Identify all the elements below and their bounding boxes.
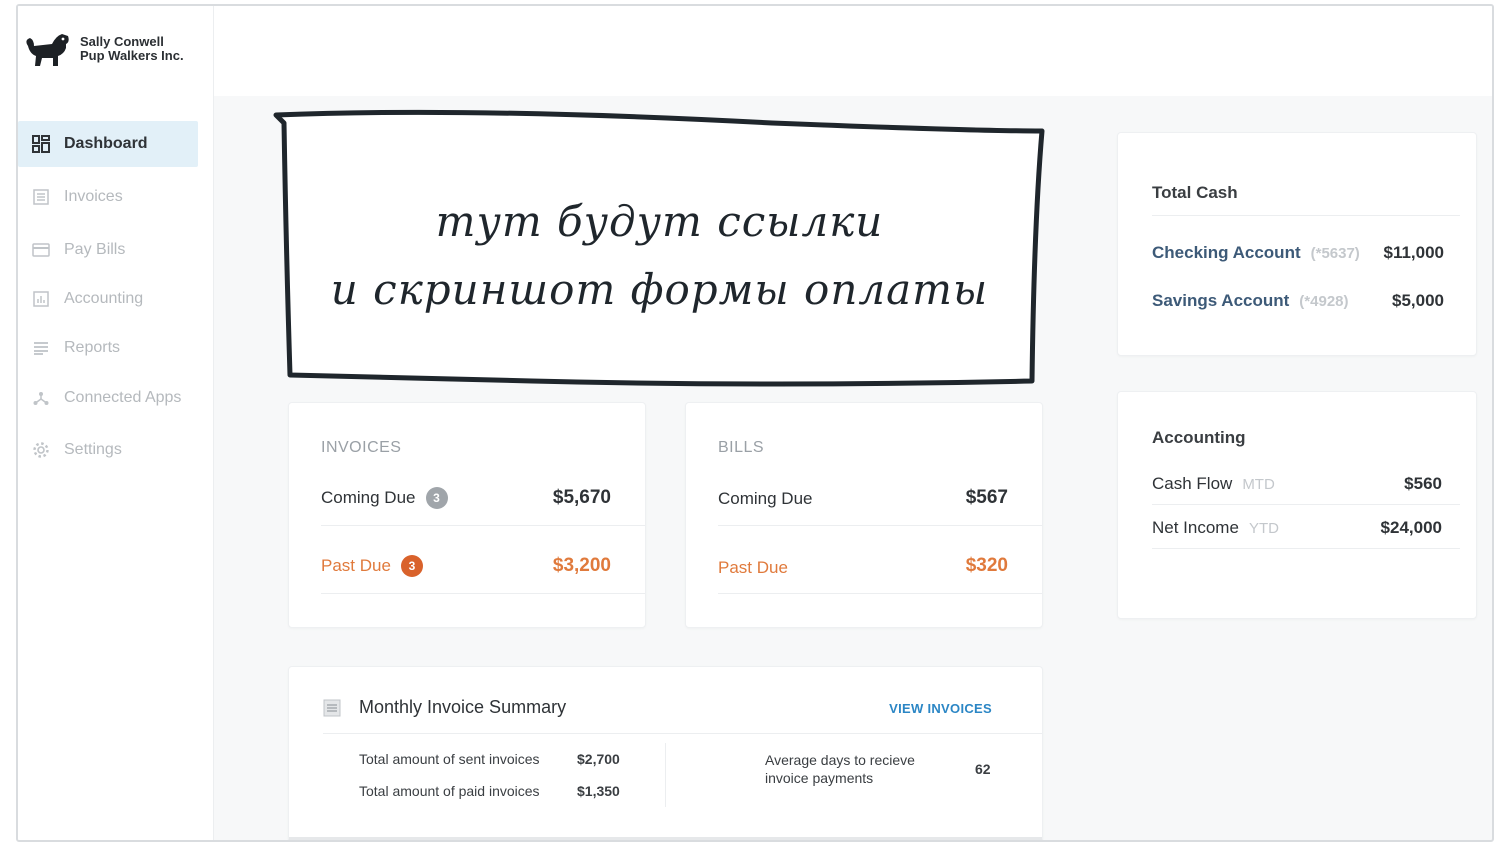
sidebar-item-reports[interactable]: Reports <box>18 325 198 371</box>
net-income-period: YTD <box>1248 520 1279 537</box>
sidebar-item-dashboard[interactable]: Dashboard <box>18 121 198 167</box>
accounting-title: Accounting <box>1152 428 1246 447</box>
invoice-icon <box>32 188 50 206</box>
sidebar: Sally Conwell Pup Walkers Inc. Dashboard… <box>18 6 214 840</box>
bills-past-due-amount: $320 <box>965 555 1008 576</box>
brand-name-line1: Sally Conwell <box>80 34 164 49</box>
avg-days-value: 62 <box>975 761 991 777</box>
sidebar-item-label: Pay Bills <box>64 241 126 258</box>
divider <box>1152 215 1460 216</box>
invoices-card: INVOICES Coming Due 3 $5,670 Past Due 3 … <box>288 402 646 628</box>
divider <box>1152 548 1460 549</box>
handwritten-note: тут будут ссылки и скриншот формы оплаты <box>272 105 1047 395</box>
top-bar <box>18 6 1492 96</box>
past-due-label: Past Due <box>718 558 788 577</box>
past-due-count-badge: 3 <box>400 555 423 577</box>
vertical-divider <box>665 743 666 807</box>
paid-invoices-value: $1,350 <box>577 783 620 799</box>
brand-name: Sally Conwell Pup Walkers Inc. <box>80 35 184 63</box>
net-income-row[interactable]: Net Income YTD <box>1152 518 1279 538</box>
bills-title: BILLS <box>718 439 765 456</box>
bills-coming-due-amount: $567 <box>965 487 1008 508</box>
checking-account-label: Checking Account <box>1152 243 1301 262</box>
sidebar-item-label: Accounting <box>64 290 144 307</box>
note-border <box>273 109 1045 387</box>
chart-icon <box>32 290 50 308</box>
sidebar-item-pay-bills[interactable]: Pay Bills <box>18 227 198 273</box>
total-cash-title: Total Cash <box>1152 183 1238 202</box>
coming-due-label: Coming Due <box>321 488 416 507</box>
invoices-coming-due[interactable]: Coming Due 3 <box>321 487 448 509</box>
document-icon <box>323 699 341 722</box>
note-line2: и скриншот формы оплаты <box>330 265 989 314</box>
cash-flow-label: Cash Flow <box>1152 474 1233 493</box>
divider <box>718 525 1042 526</box>
divider <box>718 593 1042 594</box>
sidebar-item-label: Settings <box>64 441 122 458</box>
cash-flow-period: MTD <box>1242 476 1275 493</box>
avg-days-label: Average days to recieve invoice payments <box>765 751 915 787</box>
net-income-label: Net Income <box>1152 518 1239 537</box>
brand-name-line2: Pup Walkers Inc. <box>80 48 184 63</box>
brand-logo[interactable]: Sally Conwell Pup Walkers Inc. <box>22 28 184 70</box>
view-invoices-link[interactable]: VIEW INVOICES <box>889 701 992 716</box>
sidebar-item-label: Invoices <box>64 188 123 205</box>
savings-account-mask: (*4928) <box>1299 293 1349 310</box>
invoices-coming-due-amount: $5,670 <box>552 487 611 508</box>
total-cash-card: Total Cash Checking Account (*5637) $11,0… <box>1117 132 1477 356</box>
sidebar-item-connected-apps[interactable]: Connected Apps <box>18 375 198 421</box>
cash-flow-value: $560 <box>1404 474 1442 493</box>
paid-invoices-label: Total amount of paid invoices <box>359 783 540 799</box>
bills-past-due[interactable]: Past Due <box>718 558 788 578</box>
monthly-invoice-summary-card: Monthly Invoice Summary VIEW INVOICES To… <box>288 666 1043 840</box>
bills-card: BILLS Coming Due $567 Past Due $320 <box>685 402 1043 628</box>
savings-account-label: Savings Account <box>1152 291 1290 310</box>
sidebar-item-label: Reports <box>64 339 121 356</box>
sidebar-item-label: Connected Apps <box>64 389 182 406</box>
card-icon <box>32 241 50 259</box>
coming-due-count-badge: 3 <box>425 487 448 509</box>
note-line1: тут будут ссылки <box>435 197 884 246</box>
sidebar-item-settings[interactable]: Settings <box>18 427 198 473</box>
sidebar-item-invoices[interactable]: Invoices <box>18 174 198 220</box>
summary-title: Monthly Invoice Summary <box>359 697 567 717</box>
divider <box>321 593 645 594</box>
gear-icon <box>32 441 50 459</box>
savings-account-value: $5,000 <box>1392 291 1444 310</box>
avg-days-label-line1: Average days to recieve <box>765 752 915 768</box>
sidebar-item-accounting[interactable]: Accounting <box>18 276 198 322</box>
checking-account-row[interactable]: Checking Account (*5637) <box>1152 243 1360 263</box>
dog-logo-icon <box>26 34 69 66</box>
sent-invoices-value: $2,700 <box>577 751 620 767</box>
divider <box>321 525 645 526</box>
accounting-card: Accounting Cash Flow MTD $560 Net Income Y… <box>1117 391 1477 619</box>
divider <box>323 733 1042 734</box>
savings-account-row[interactable]: Savings Account (*4928) <box>1152 291 1349 311</box>
list-icon <box>32 339 50 357</box>
network-icon <box>32 389 50 407</box>
invoices-past-due[interactable]: Past Due 3 <box>321 555 423 577</box>
sent-invoices-label: Total amount of sent invoices <box>359 751 540 767</box>
checking-account-value: $11,000 <box>1383 243 1444 262</box>
coming-due-label: Coming Due <box>718 489 813 508</box>
divider <box>1152 504 1460 505</box>
dashboard-icon <box>32 135 50 153</box>
cash-flow-row[interactable]: Cash Flow MTD <box>1152 474 1275 494</box>
bills-coming-due[interactable]: Coming Due <box>718 489 813 509</box>
avg-days-label-line2: invoice payments <box>765 770 874 786</box>
net-income-value: $24,000 <box>1380 518 1442 537</box>
invoices-title: INVOICES <box>321 439 402 456</box>
sidebar-item-label: Dashboard <box>64 135 148 152</box>
invoices-past-due-amount: $3,200 <box>552 555 611 576</box>
past-due-label: Past Due <box>321 556 391 575</box>
checking-account-mask: (*5637) <box>1310 245 1360 262</box>
